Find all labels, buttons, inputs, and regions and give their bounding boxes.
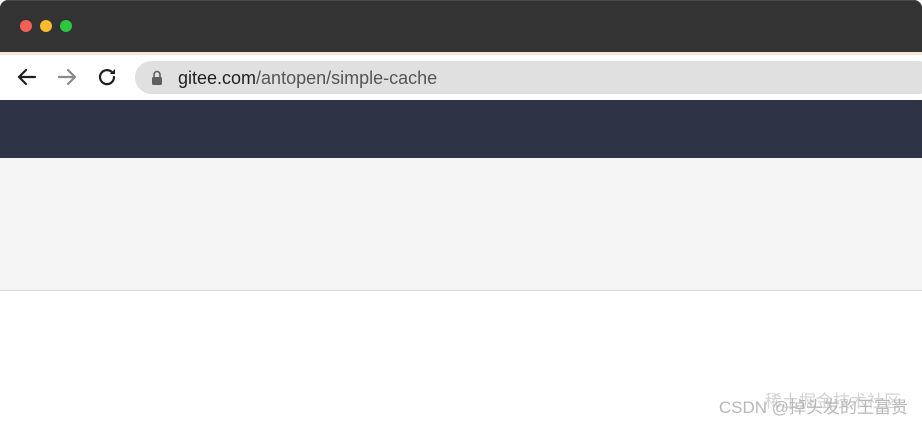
reload-icon [98, 69, 116, 86]
address-bar[interactable]: gitee.com/antopen/simple-cache [135, 61, 922, 94]
close-window-button[interactable] [20, 20, 32, 32]
browser-toolbar: gitee.com/antopen/simple-cache [0, 55, 922, 100]
watermark: CSDN @掉头发的王富贵 [718, 398, 908, 417]
site-header [0, 100, 922, 158]
arrow-right-icon [57, 68, 77, 86]
reload-button[interactable] [96, 66, 118, 88]
arrow-left-icon [17, 68, 37, 86]
minimize-window-button[interactable] [40, 20, 52, 32]
url-host: gitee.com [178, 68, 257, 88]
site-banner [0, 158, 922, 291]
url-text[interactable]: gitee.com/antopen/simple-cache [178, 68, 437, 88]
url-path: /antopen/simple-cache [256, 68, 438, 88]
back-button[interactable] [16, 66, 38, 88]
forward-button[interactable] [56, 66, 78, 88]
maximize-window-button[interactable] [60, 20, 72, 32]
browser-titlebar [0, 0, 922, 52]
lock-icon[interactable] [151, 70, 163, 85]
